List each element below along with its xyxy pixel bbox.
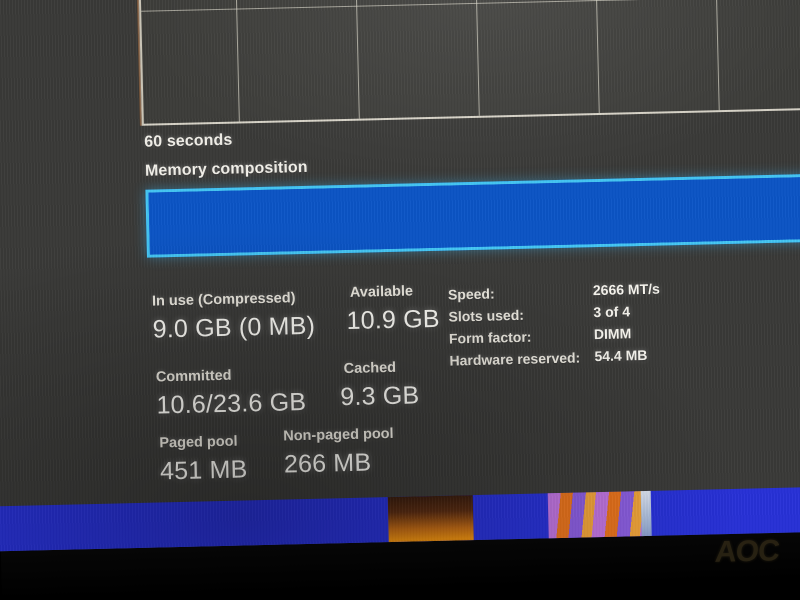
graph-gridline-vertical bbox=[354, 0, 360, 119]
graph-time-axis-label: 60 seconds bbox=[144, 131, 233, 151]
graph-gridline-vertical bbox=[714, 0, 720, 111]
memory-composition-heading: Memory composition bbox=[144, 158, 308, 180]
stat-value-non-paged-pool: 266 MB bbox=[283, 448, 372, 479]
spec-value-slots-used: 3 of 4 bbox=[593, 303, 631, 321]
composition-segment-in-use[interactable] bbox=[148, 175, 800, 255]
spec-key-slots-used: Slots used: bbox=[448, 306, 525, 325]
spec-key-form-factor: Form factor: bbox=[448, 328, 532, 347]
memory-composition-bar[interactable] bbox=[145, 172, 800, 258]
stat-label-in-use: In use (Compressed) bbox=[151, 290, 296, 310]
graph-gridline-horizontal bbox=[141, 0, 800, 12]
stat-label-committed: Committed bbox=[155, 367, 232, 386]
graph-gridline-vertical bbox=[594, 0, 600, 113]
spec-value-speed: 2666 MT/s bbox=[592, 280, 661, 299]
stat-label-paged-pool: Paged pool bbox=[159, 433, 238, 452]
stat-value-committed: 10.6/23.6 GB bbox=[156, 387, 307, 420]
stat-value-paged-pool: 451 MB bbox=[159, 455, 248, 486]
monitor-screen: 60 seconds Memory composition In use (Co… bbox=[0, 0, 800, 552]
stat-value-cached: 9.3 GB bbox=[340, 381, 420, 412]
spec-key-speed: Speed: bbox=[447, 285, 495, 303]
stat-label-available: Available bbox=[349, 283, 414, 301]
graph-gridline-vertical bbox=[474, 0, 480, 116]
spec-key-hardware-reserved: Hardware reserved: bbox=[449, 349, 581, 369]
graph-gridline-vertical bbox=[234, 0, 240, 122]
stat-value-available: 10.9 GB bbox=[346, 304, 440, 335]
aoc-brand-logo: AOC bbox=[714, 534, 781, 569]
stat-label-non-paged-pool: Non-paged pool bbox=[283, 425, 394, 445]
stat-value-in-use: 9.0 GB (0 MB) bbox=[152, 311, 316, 344]
task-manager-memory-pane: 60 seconds Memory composition In use (Co… bbox=[0, 0, 800, 522]
spec-value-hardware-reserved: 54.4 MB bbox=[594, 346, 648, 365]
stat-label-cached: Cached bbox=[343, 359, 397, 378]
memory-usage-graph[interactable] bbox=[137, 0, 800, 126]
spec-value-form-factor: DIMM bbox=[593, 325, 632, 343]
monitor-photo: AOC 60 seconds Memory composition In use… bbox=[0, 0, 800, 600]
